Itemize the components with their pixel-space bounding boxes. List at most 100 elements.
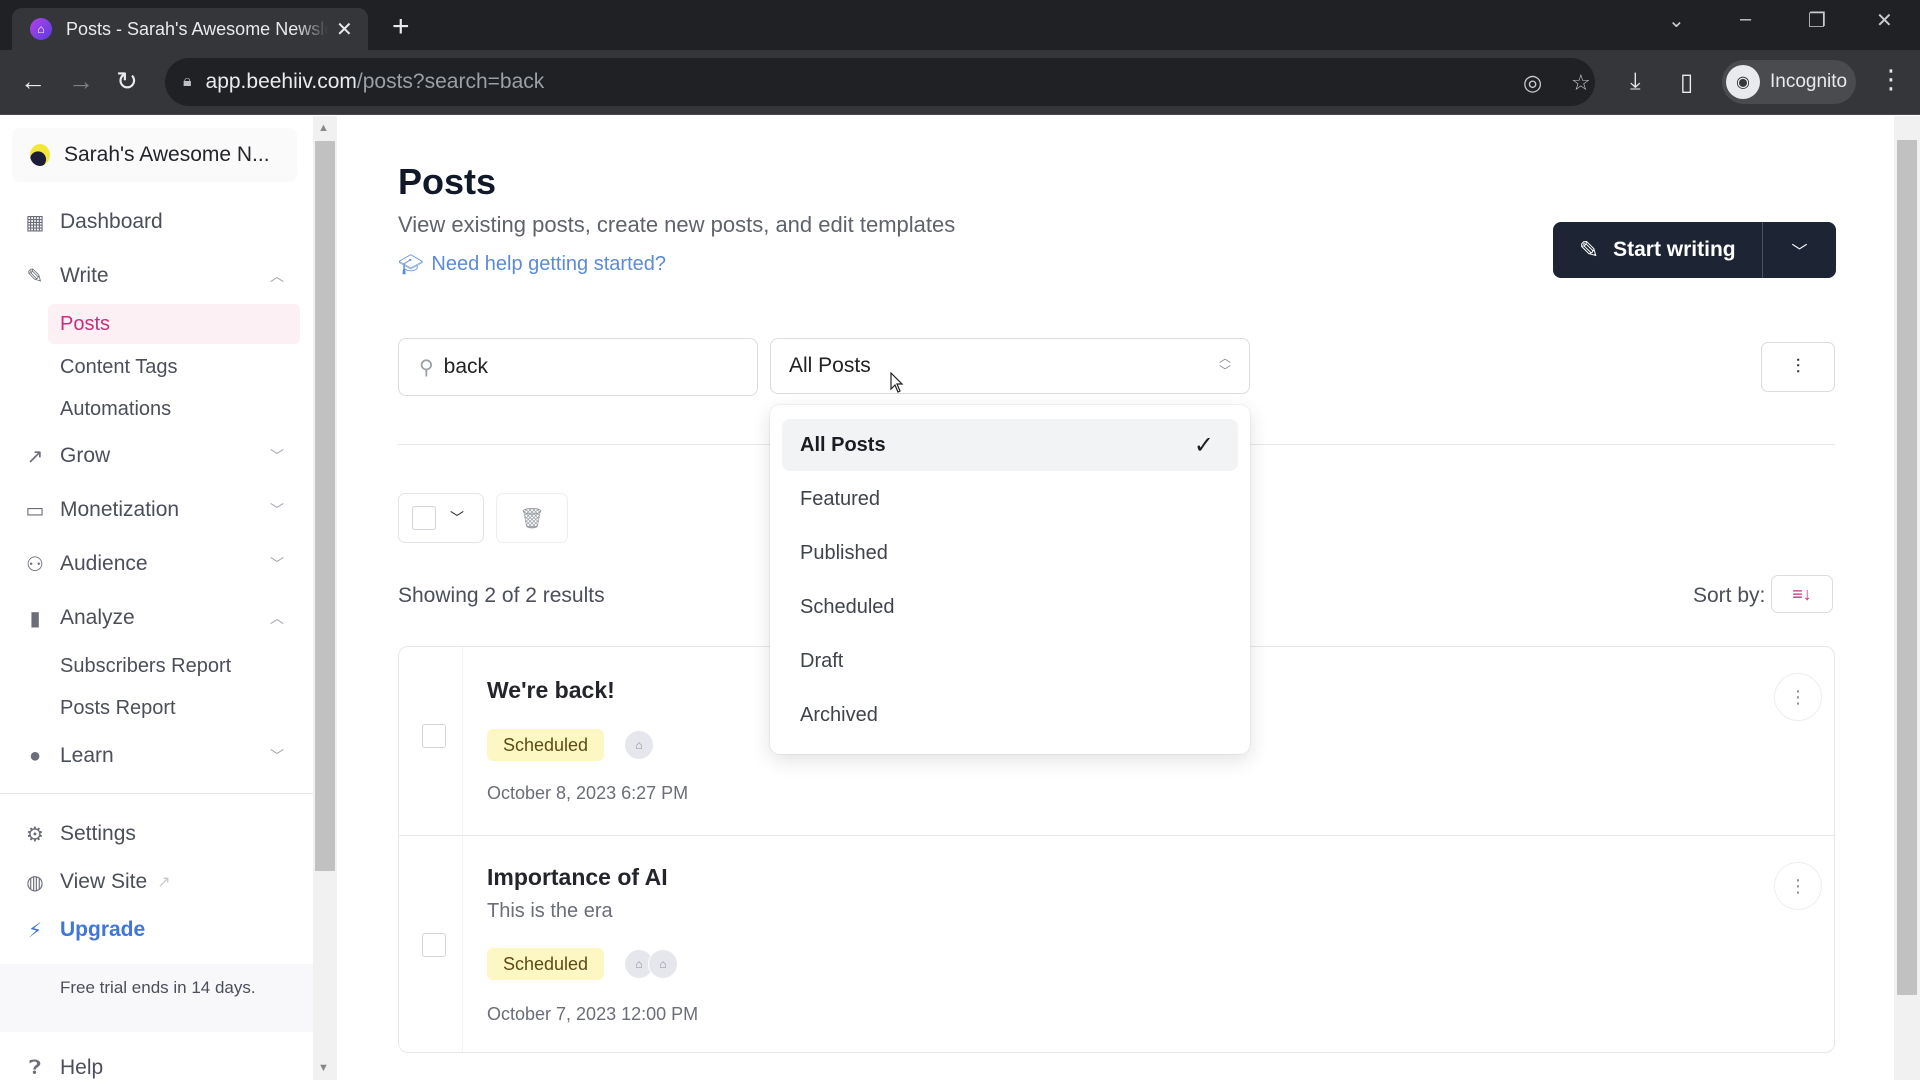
window-close-icon[interactable]: ✕ [1876,8,1893,33]
bulk-select-control[interactable]: ﹀ [398,493,484,543]
select-arrows-icon: ︿ ﹀ [1218,351,1231,378]
lightning-icon: ⚡︎ [27,919,43,942]
sidebar-item-label: Write [60,264,109,287]
author-avatar: ⌂ [624,730,654,760]
publication-logo [30,144,50,166]
post-row[interactable]: Importance of AI This is the era Schedul… [399,836,1834,1054]
tab-search-icon[interactable]: ⌄ [1668,8,1685,33]
sidebar-item-dashboard[interactable]: ▦ Dashboard [24,204,284,240]
download-icon[interactable]: ⤓ [1630,68,1641,96]
reload-icon[interactable]: ↻ [116,66,138,97]
globe-icon: ◍ [26,871,44,894]
dropdown-option-all-posts[interactable]: All Posts ✓ [782,419,1238,471]
scroll-up-arrow-icon[interactable]: ▲ [318,122,329,134]
sidebar-item-label: Upgrade [60,918,146,941]
sidebar-scrollbar-thumb[interactable] [315,141,335,871]
mouse-cursor-icon [890,372,904,393]
incognito-profile[interactable]: ◉ Incognito [1722,60,1856,104]
post-status-select[interactable]: All Posts ︿ ﹀ [770,338,1250,394]
help-getting-started-link[interactable]: 🎓︎ Need help getting started? [398,252,666,277]
main-scrollbar-thumb[interactable] [1897,140,1917,995]
restore-icon[interactable]: ❐ [1808,8,1826,33]
dropdown-option-published[interactable]: Published [782,527,1238,579]
select-all-checkbox[interactable] [412,506,436,530]
post-title[interactable]: Importance of AI [487,864,668,891]
search-field[interactable]: ⚲ [398,338,758,396]
filter-settings-button[interactable]: ⫶ [1761,342,1835,392]
chevron-down-icon[interactable]: ﹀ [450,508,464,528]
side-panel-icon[interactable]: ▯ [1680,68,1693,97]
post-status-dropdown-menu: All Posts ✓ Featured Published Scheduled… [770,405,1250,754]
trash-icon: 🗑︎ [519,507,545,530]
chevron-down-icon: ﹀ [270,502,284,518]
sidebar-item-label: Settings [60,822,136,845]
money-icon: ▭ [25,499,45,522]
post-title[interactable]: We're back! [487,677,615,704]
minimize-icon[interactable]: – [1740,8,1751,31]
post-checkbox[interactable] [422,724,446,748]
forward-icon[interactable]: → [68,66,94,97]
sidebar-item-subscribers-report[interactable]: Subscribers Report [48,646,300,686]
sidebar-item-content-tags[interactable]: Content Tags [48,347,300,387]
sidebar-item-view-site[interactable]: ◍ View Site ↗ [24,864,284,900]
sliders-icon: ⫶ [1795,355,1801,378]
new-tab-button[interactable]: + [392,10,410,44]
eye-off-icon[interactable]: ◎ [1523,70,1542,96]
sidebar-item-audience[interactable]: ⚇ Audience ﹀ [24,546,284,582]
browser-toolbar: ← → ↻ 🔒︎ app.beehiiv.com/posts?search=ba… [0,50,1920,115]
post-checkbox[interactable] [422,933,446,957]
sidebar-item-write[interactable]: ✎ Write ︿ [24,258,284,294]
chevron-down-icon: ﹀ [270,748,284,764]
sidebar-item-monetization[interactable]: ▭ Monetization ﹀ [24,492,284,528]
dropdown-option-featured[interactable]: Featured [782,473,1238,525]
dashboard-icon: ▦ [25,211,45,234]
start-writing-button[interactable]: ✎ Start writing [1553,222,1763,278]
sidebar-item-posts[interactable]: Posts [48,304,300,344]
checkmark-icon: ✓ [1193,431,1214,459]
browser-tab-active[interactable]: ⌂ Posts - Sarah's Awesome Newsletter ✕ [12,8,368,50]
browser-menu-icon[interactable]: ⋮ [1878,64,1904,95]
page: Sarah's Awesome N... ▦ Dashboard ✎ Write… [0,116,1920,1080]
url-path: /posts?search=back [356,70,545,93]
post-date: October 8, 2023 6:27 PM [487,783,689,803]
address-bar[interactable]: 🔒︎ app.beehiiv.com/posts?search=back ◎ ☆ [165,58,1595,106]
delete-button[interactable]: 🗑︎ [496,493,568,543]
incognito-icon: ◉ [1726,65,1760,99]
help-link-label: Need help getting started? [431,253,666,275]
post-date: October 7, 2023 12:00 PM [487,1004,699,1024]
gear-icon: ⚙ [26,823,44,846]
sidebar-item-label: Dashboard [60,210,163,233]
start-writing-options-chevron-icon[interactable]: ﹀ [1763,238,1836,262]
sidebar-item-posts-report[interactable]: Posts Report [48,688,300,728]
status-badge: Scheduled [487,948,605,980]
scroll-down-arrow-icon[interactable]: ▼ [318,1062,329,1074]
sort-button[interactable]: ≡↓ [1771,575,1833,613]
dropdown-option-scheduled[interactable]: Scheduled [782,581,1238,633]
sidebar-item-label: Analyze [60,606,135,629]
tab-title: Posts - Sarah's Awesome Newsletter [66,18,328,39]
post-more-options-button[interactable]: ⋮ [1774,862,1822,910]
sidebar-item-upgrade[interactable]: ⚡︎ Upgrade [24,912,284,948]
sidebar-item-automations[interactable]: Automations [48,389,300,429]
sidebar-item-analyze[interactable]: ▮ Analyze ︿ [24,600,284,636]
chevron-up-icon: ︿ [270,268,284,284]
sidebar-item-label: Help [60,1056,104,1079]
publication-switcher[interactable]: Sarah's Awesome N... [12,128,297,182]
bookmark-star-icon[interactable]: ☆ [1571,70,1591,96]
sidebar: Sarah's Awesome N... ▦ Dashboard ✎ Write… [0,116,313,1080]
sidebar-item-settings[interactable]: ⚙ Settings [24,816,284,852]
trial-notice: Free trial ends in 14 days. [0,964,313,1032]
back-icon[interactable]: ← [20,66,46,97]
dropdown-option-draft[interactable]: Draft [782,635,1238,687]
tab-close-icon[interactable]: ✕ [336,17,353,42]
sidebar-item-help[interactable]: ❓︎ Help [24,1050,284,1086]
search-input[interactable] [443,355,744,379]
dropdown-option-archived[interactable]: Archived [782,689,1238,741]
post-more-options-button[interactable]: ⋮ [1774,673,1822,721]
sort-descending-icon: ≡↓ [1792,583,1812,604]
results-count: Showing 2 of 2 results [398,584,605,607]
sidebar-item-grow[interactable]: ↗ Grow ﹀ [24,438,284,474]
users-icon: ⚇ [26,553,44,576]
sidebar-item-learn[interactable]: ● Learn ﹀ [24,738,284,774]
sidebar-item-label: Learn [60,744,114,767]
